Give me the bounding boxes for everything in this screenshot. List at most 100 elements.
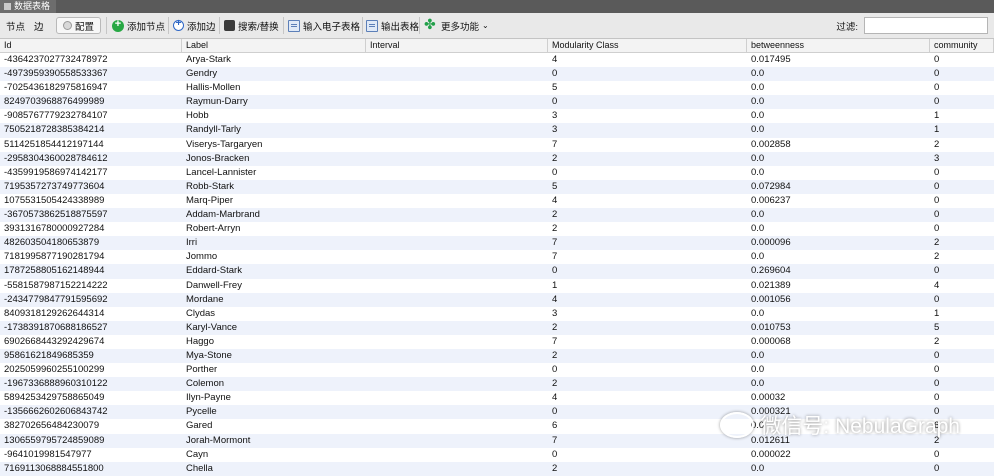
cell-modularity-class[interactable]: 0 — [548, 264, 751, 278]
cell-modularity-class[interactable]: 4 — [548, 293, 751, 307]
column-header-id[interactable]: Id — [0, 39, 182, 52]
cell-id[interactable]: 8249703968876499989 — [0, 95, 186, 109]
table-row[interactable]: 7505218728385384214 Randyll-Tarly 3 0.0 1 — [0, 123, 994, 138]
cell-modularity-class[interactable]: 2 — [548, 208, 751, 222]
cell-label[interactable]: Arya-Stark — [182, 53, 370, 67]
cell-label[interactable]: Robb-Stark — [182, 180, 370, 194]
cell-id[interactable]: -2434779847791595692 — [0, 293, 186, 307]
cell-community[interactable]: 1 — [930, 123, 994, 137]
table-row[interactable]: 95861621849685359 Mya-Stone 2 0.0 0 — [0, 348, 994, 364]
search-replace-button[interactable]: 搜索/替换 — [224, 17, 279, 34]
cell-id[interactable]: 7505218728385384214 — [0, 123, 186, 137]
table-row[interactable]: -9085767779232784107 Hobb 3 0.0 1 — [0, 109, 994, 123]
cell-community[interactable]: 2 — [930, 335, 994, 349]
cell-label[interactable]: Mya-Stone — [182, 349, 370, 363]
cell-modularity-class[interactable]: 0 — [548, 448, 751, 462]
cell-interval[interactable] — [366, 434, 552, 448]
table-row[interactable]: 7181995877190281794 Jommo 7 0.0 2 — [0, 250, 994, 264]
import-spreadsheet-button[interactable]: 输入电子表格 — [288, 17, 360, 34]
cell-id[interactable]: -5581587987152214222 — [0, 279, 186, 293]
cell-betweenness[interactable]: 0.0 — [747, 363, 934, 377]
table-row[interactable]: 482603504180653879 Irri 7 0.000096 2 — [0, 236, 994, 251]
cell-interval[interactable] — [366, 180, 552, 194]
add-node-button[interactable]: 添加节点 — [112, 17, 165, 34]
table-row[interactable]: -1967336888960310122 Colemon 2 0.0 0 — [0, 377, 994, 392]
cell-label[interactable]: Jonos-Bracken — [182, 152, 370, 166]
column-header-label[interactable]: Label — [182, 39, 366, 52]
cell-id[interactable]: 7169113068884551800 — [0, 462, 186, 476]
table-row[interactable]: 1787258805162148944 Eddard-Stark 0 0.269604… — [0, 264, 994, 279]
cell-interval[interactable] — [366, 377, 552, 391]
cell-modularity-class[interactable]: 2 — [548, 152, 751, 166]
cell-interval[interactable] — [366, 81, 552, 95]
cell-interval[interactable] — [366, 109, 552, 123]
cell-label[interactable]: Jorah-Mormont — [182, 434, 370, 448]
cell-id[interactable]: 8409318129262644314 — [0, 307, 186, 321]
cell-community[interactable]: 0 — [930, 391, 994, 405]
cell-interval[interactable] — [366, 279, 552, 293]
cell-interval[interactable] — [366, 138, 552, 152]
cell-interval[interactable] — [366, 363, 552, 377]
cell-modularity-class[interactable]: 0 — [548, 166, 751, 180]
cell-label[interactable]: Viserys-Targaryen — [182, 138, 370, 152]
export-table-button[interactable]: 输出表格 — [366, 17, 419, 34]
cell-modularity-class[interactable]: 1 — [548, 279, 751, 293]
cell-betweenness[interactable]: 0.006237 — [747, 194, 934, 208]
cell-id[interactable]: 1075531505424338989 — [0, 194, 186, 208]
cell-id[interactable]: 5894253429758865049 — [0, 391, 186, 405]
nodes-tab[interactable]: 节点 — [6, 17, 25, 34]
cell-label[interactable]: Gared — [182, 419, 370, 433]
cell-label[interactable]: Mordane — [182, 293, 370, 307]
cell-label[interactable]: Porther — [182, 363, 370, 377]
cell-community[interactable]: 5 — [930, 321, 994, 335]
table-row[interactable]: -9641019981547977 Cayn 0 0.000022 0 — [0, 448, 994, 462]
cell-community[interactable]: 2 — [930, 236, 994, 250]
table-row[interactable]: 7169113068884551800 Chella 2 0.0 0 — [0, 461, 994, 476]
cell-interval[interactable] — [366, 123, 552, 137]
cell-betweenness[interactable]: 0.002858 — [747, 138, 934, 152]
cell-betweenness[interactable]: 0.0 — [747, 377, 934, 391]
cell-betweenness[interactable]: 0.00032 — [747, 391, 934, 405]
cell-id[interactable]: -1356662602606843742 — [0, 405, 186, 419]
cell-interval[interactable] — [366, 349, 552, 363]
cell-label[interactable]: Raymun-Darry — [182, 95, 370, 109]
cell-betweenness[interactable]: 0.000096 — [747, 236, 934, 250]
cell-betweenness[interactable]: 0.269604 — [747, 264, 934, 278]
column-header-modularity-class[interactable]: Modularity Class — [548, 39, 747, 52]
cell-interval[interactable] — [366, 67, 552, 81]
cell-label[interactable]: Randyll-Tarly — [182, 123, 370, 137]
cell-id[interactable]: 2025059960255100299 — [0, 363, 186, 377]
column-header-betweenness[interactable]: betweenness — [747, 39, 930, 52]
cell-id[interactable]: -7025436182975816947 — [0, 81, 186, 95]
cell-id[interactable]: -4973959390558533367 — [0, 67, 186, 81]
cell-label[interactable]: Pycelle — [182, 405, 370, 419]
cell-label[interactable]: Robert-Arryn — [182, 222, 370, 236]
cell-modularity-class[interactable]: 2 — [548, 377, 751, 391]
cell-interval[interactable] — [366, 335, 552, 349]
cell-interval[interactable] — [366, 95, 552, 109]
more-actions-button[interactable]: 更多功能 ⌄ — [424, 16, 489, 34]
column-header-interval[interactable]: Interval — [366, 39, 548, 52]
cell-interval[interactable] — [366, 405, 552, 419]
table-row[interactable]: 8249703968876499989 Raymun-Darry 0 0.0 0 — [0, 95, 994, 110]
cell-label[interactable]: Ilyn-Payne — [182, 391, 370, 405]
cell-betweenness[interactable]: 0.0 — [747, 166, 934, 180]
cell-interval[interactable] — [366, 194, 552, 208]
cell-interval[interactable] — [366, 208, 552, 222]
cell-label[interactable]: Eddard-Stark — [182, 264, 370, 278]
cell-community[interactable]: 0 — [930, 462, 994, 476]
cell-modularity-class[interactable]: 3 — [548, 307, 751, 321]
cell-id[interactable]: 482603504180653879 — [0, 236, 186, 250]
cell-betweenness[interactable]: 0.021389 — [747, 279, 934, 293]
cell-interval[interactable] — [366, 264, 552, 278]
cell-betweenness[interactable]: 0.017495 — [747, 53, 934, 67]
cell-interval[interactable] — [366, 152, 552, 166]
table-row[interactable]: 5114251854412197144 Viserys-Targaryen 7 0.0… — [0, 138, 994, 152]
cell-betweenness[interactable]: 0.0 — [747, 81, 934, 95]
cell-id[interactable]: -9641019981547977 — [0, 448, 186, 462]
cell-modularity-class[interactable]: 4 — [548, 194, 751, 208]
cell-modularity-class[interactable]: 7 — [548, 236, 751, 250]
cell-id[interactable]: 1306559795724859089 — [0, 434, 186, 448]
cell-community[interactable]: 0 — [930, 363, 994, 377]
cell-label[interactable]: Irri — [182, 236, 370, 250]
